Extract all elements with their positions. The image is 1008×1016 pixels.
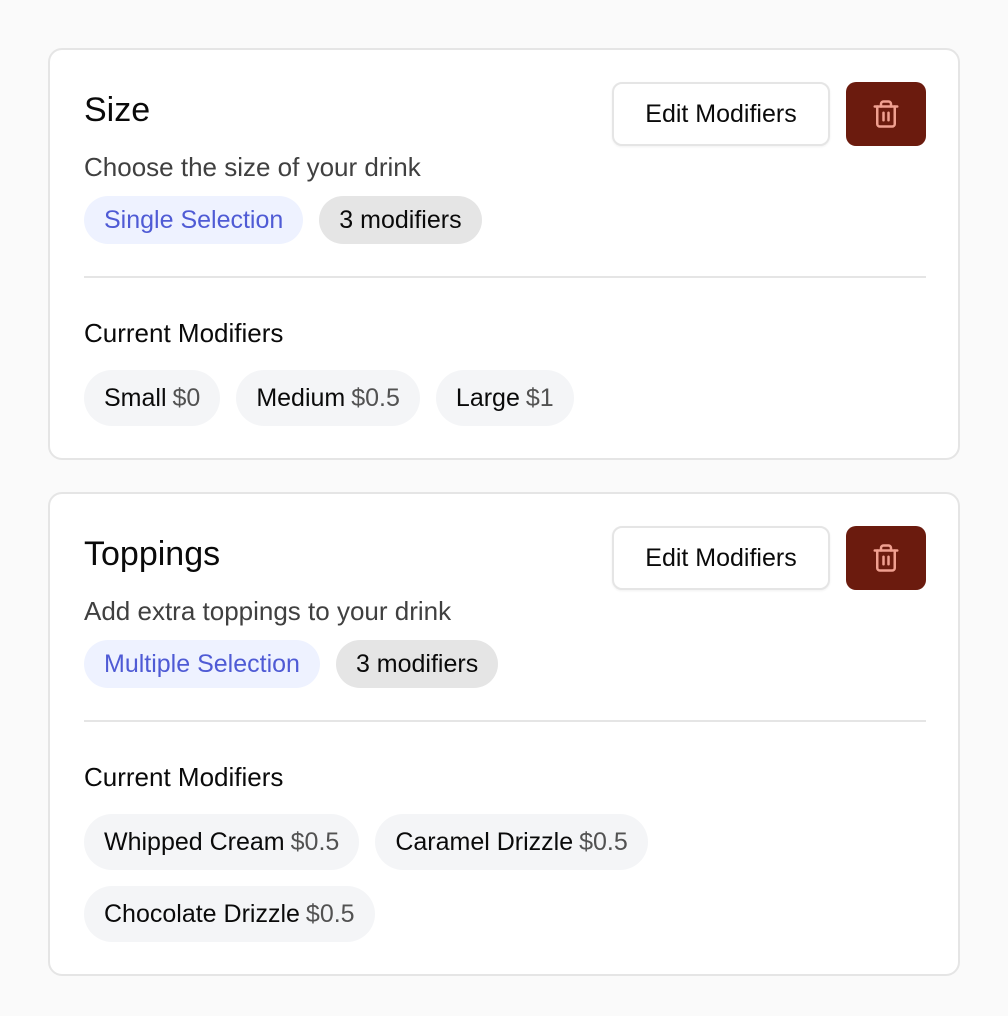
delete-group-button[interactable] [846, 82, 926, 146]
modifier-group-card-toppings: Toppings Edit Modifiers Add extra toppin… [48, 492, 960, 976]
card-actions: Edit Modifiers [612, 82, 926, 146]
modifier-name: Small [104, 384, 167, 412]
modifier-name: Caramel Drizzle [395, 828, 574, 856]
modifier-price: $1 [525, 384, 554, 412]
modifier-name: Medium [256, 384, 346, 412]
modifier-chips: Small $0 Medium $0.5 Large $1 [84, 370, 926, 426]
current-modifiers-title: Current Modifiers [84, 762, 284, 792]
modifier-price: $0 [172, 384, 201, 412]
modifier-name: Chocolate Drizzle [104, 900, 300, 928]
divider [84, 276, 926, 278]
modifier-count-badge: 3 modifiers [319, 196, 482, 244]
card-actions: Edit Modifiers [612, 526, 926, 590]
edit-modifiers-button[interactable]: Edit Modifiers [612, 526, 830, 590]
trash-icon [873, 544, 899, 572]
modifier-name: Whipped Cream [104, 828, 285, 856]
modifier-count-badge: 3 modifiers [335, 640, 499, 688]
modifier-groups-page: Size Edit Modifiers Choose the size of y… [0, 0, 1008, 1016]
modifier-chip: Caramel Drizzle $0.5 [375, 814, 648, 870]
group-badges: Multiple Selection 3 modifiers [84, 640, 499, 688]
modifier-chips: Whipped Cream $0.5 Caramel Drizzle $0.5 Ch… [84, 814, 926, 942]
modifier-group-card-size: Size Edit Modifiers Choose the size of y… [48, 48, 960, 460]
group-description: Choose the size of your drink [84, 152, 421, 182]
current-modifiers-title: Current Modifiers [84, 318, 284, 348]
group-name: Toppings [84, 535, 221, 573]
modifier-chip: Chocolate Drizzle $0.5 [84, 886, 375, 942]
group-name: Size [84, 91, 151, 129]
modifier-price: $0.5 [579, 828, 628, 856]
delete-group-button[interactable] [846, 526, 926, 590]
modifier-chip: Whipped Cream $0.5 [84, 814, 360, 870]
modifier-chip: Small $0 [84, 370, 221, 426]
modifier-chip: Medium $0.5 [236, 370, 420, 426]
modifier-price: $0.5 [351, 384, 400, 412]
modifier-name: Large [455, 384, 520, 412]
group-badges: Single Selection 3 modifiers [84, 196, 482, 244]
selection-type-badge: Single Selection [84, 196, 304, 244]
edit-modifiers-button[interactable]: Edit Modifiers [612, 82, 830, 146]
divider [84, 720, 926, 722]
modifier-chip: Large $1 [435, 370, 574, 426]
group-description: Add extra toppings to your drink [84, 596, 452, 626]
modifier-price: $0.5 [305, 900, 355, 928]
selection-type-badge: Multiple Selection [84, 640, 320, 688]
modifier-price: $0.5 [290, 828, 340, 856]
trash-icon [873, 100, 899, 128]
